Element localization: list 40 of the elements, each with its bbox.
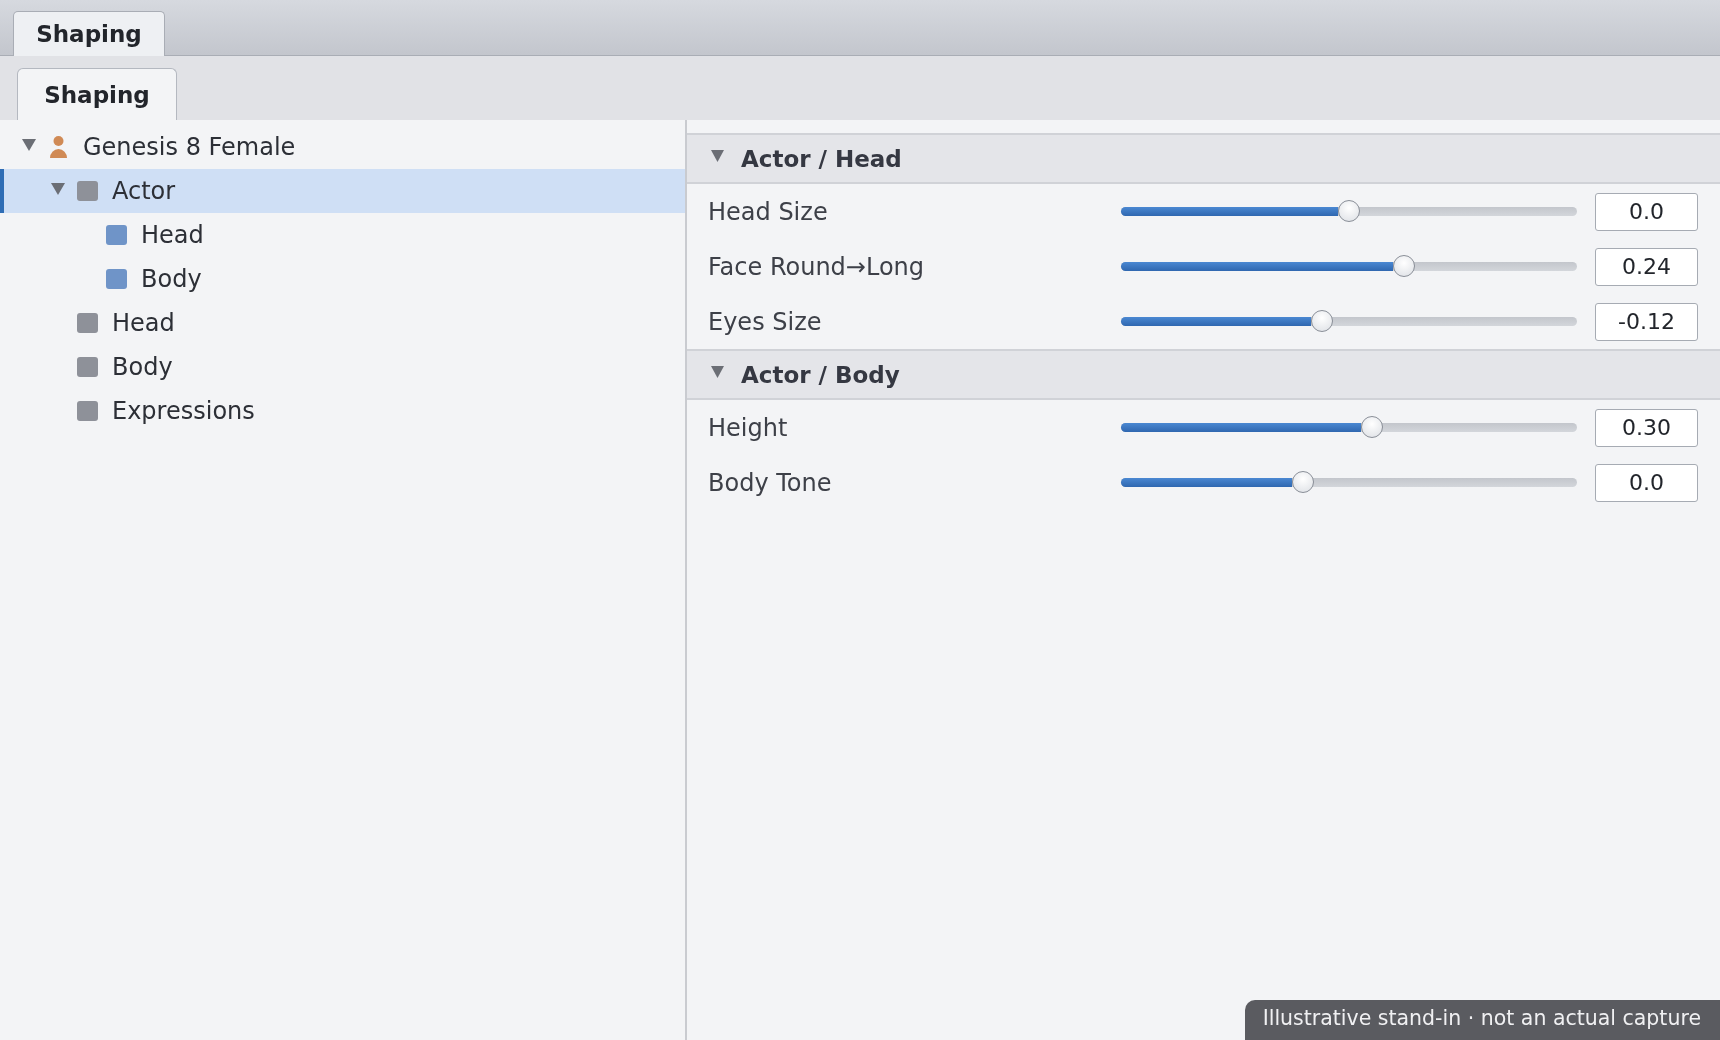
tree-item[interactable]: Head <box>0 213 685 257</box>
slider-thumb[interactable] <box>1338 200 1360 222</box>
property-label: Face Round→Long <box>708 252 926 281</box>
disclaimer-banner: Illustrative stand-in · not an actual capture <box>1244 1000 1720 1040</box>
tree-item[interactable]: Body <box>0 345 685 389</box>
section-header[interactable]: Actor / Body <box>687 349 1720 400</box>
triangle-icon[interactable] <box>711 149 724 162</box>
tree-item[interactable]: Genesis 8 Female <box>0 125 685 169</box>
square-icon <box>105 269 127 289</box>
tree-item[interactable]: Body <box>0 257 685 301</box>
square-icon <box>105 225 127 245</box>
slider-thumb[interactable] <box>1392 255 1415 277</box>
document-tab[interactable]: Shaping <box>13 11 165 56</box>
triangle-icon[interactable] <box>50 183 65 195</box>
tree-item[interactable]: Expressions <box>0 389 685 433</box>
property-label: Head Size <box>708 197 829 226</box>
square-icon <box>76 401 98 421</box>
value-field[interactable]: -0.12 <box>1595 302 1698 341</box>
tree-item[interactable]: Head <box>0 301 685 345</box>
square-icon <box>76 181 98 201</box>
section-header[interactable]: Actor / Head <box>687 133 1720 184</box>
triangle-icon[interactable] <box>711 365 724 378</box>
tree-item[interactable]: Actor <box>0 169 685 213</box>
value-field[interactable]: 0.0 <box>1595 192 1698 231</box>
person-icon <box>49 136 67 158</box>
property-label: Body Tone <box>708 468 833 497</box>
slider-thumb[interactable] <box>1292 471 1315 493</box>
slider-thumb[interactable] <box>1360 416 1383 438</box>
square-icon <box>76 313 98 333</box>
panel-tab[interactable]: Shaping <box>17 68 177 120</box>
value-field[interactable]: 0.0 <box>1595 463 1698 502</box>
property-label: Height <box>708 413 789 442</box>
slider-thumb[interactable] <box>1310 310 1333 332</box>
property-label: Eyes Size <box>708 307 823 336</box>
square-icon <box>76 357 98 377</box>
triangle-icon[interactable] <box>21 139 36 151</box>
value-field[interactable]: 0.24 <box>1595 247 1698 286</box>
value-field[interactable]: 0.30 <box>1595 408 1698 447</box>
section-title: Actor / Head <box>741 145 902 172</box>
section-title: Actor / Body <box>741 361 900 388</box>
